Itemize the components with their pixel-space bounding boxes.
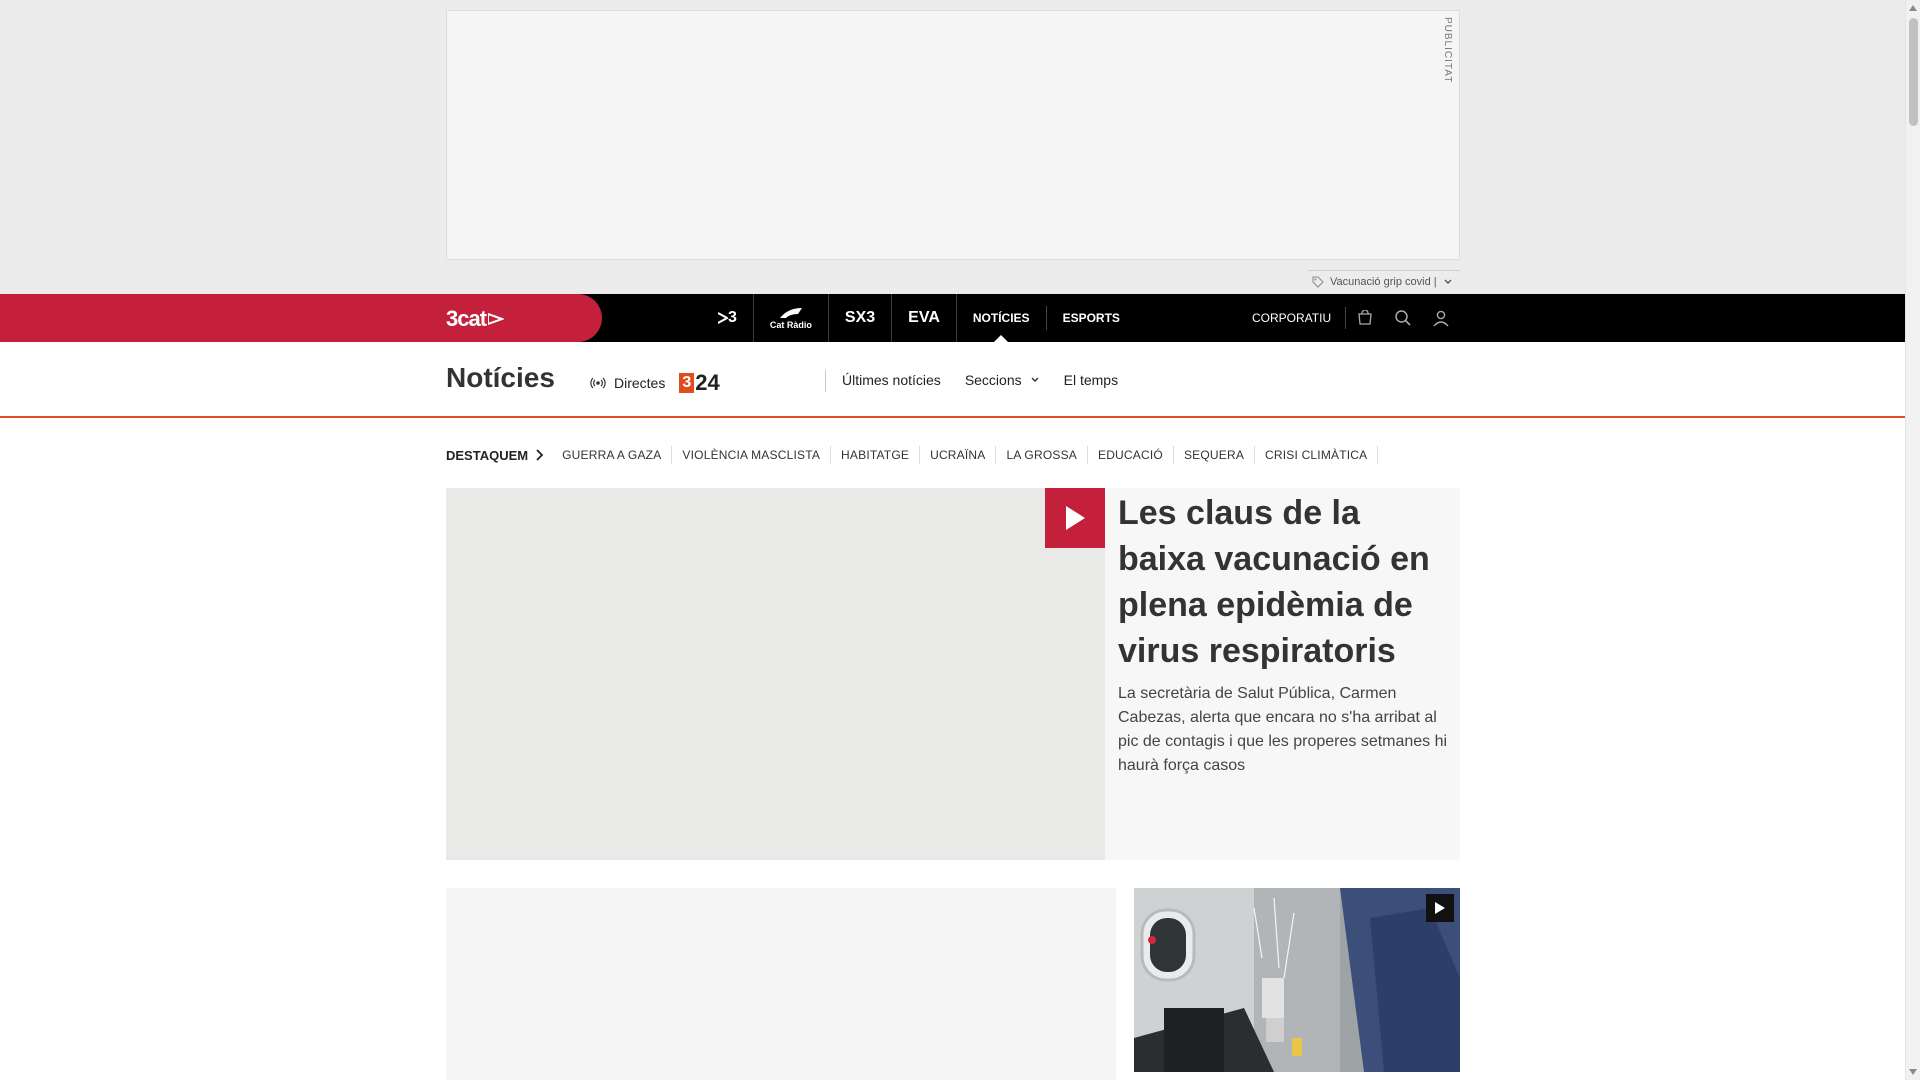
logo-324-digit: 3 <box>679 373 695 393</box>
brand-block: 3cat <box>0 294 602 342</box>
highlight-item[interactable]: SEQUERA <box>1174 446 1256 464</box>
lead-headline[interactable]: Les claus de la baixa vacunació en plena… <box>1118 490 1448 674</box>
play-button[interactable] <box>1426 894 1454 922</box>
tag-icon <box>1312 276 1324 288</box>
highlight-item[interactable]: UCRAÏNA <box>920 446 997 464</box>
play-icon <box>1435 902 1445 914</box>
chevron-down-icon <box>1444 279 1452 284</box>
section-title[interactable]: Notícies <box>446 362 555 394</box>
channel-arrow-icon <box>718 312 728 324</box>
lead-summary: La secretària de Salut Pública, Carmen C… <box>1118 685 1448 774</box>
nav-link-noticies[interactable]: NOTÍCIES <box>957 294 1046 342</box>
topic-tag-dropdown[interactable]: Vacunació grip covid | <box>1308 270 1460 292</box>
chevron-down-icon <box>1031 377 1039 382</box>
channel-list: 3 Cat Ràdio SX3 EVA NOTÍCIES ESPORTS <box>702 294 1136 342</box>
section-header: Notícies Directes 3 24 Últimes notícies … <box>0 342 1905 418</box>
channel-324-logo[interactable]: 3 24 <box>679 370 720 396</box>
channel-eva-logo[interactable]: EVA <box>892 294 957 342</box>
section-link-ultimes[interactable]: Últimes notícies <box>842 372 941 388</box>
lead-story[interactable]: Les claus de la baixa vacunació en plena… <box>446 488 1460 860</box>
nav-link-esports[interactable]: ESPORTS <box>1047 294 1136 342</box>
lead-video-placeholder[interactable] <box>446 488 1105 860</box>
user-icon[interactable] <box>1422 294 1460 342</box>
ad-banner[interactable]: PUBLICITAT <box>446 10 1460 260</box>
highlight-item[interactable]: LA GROSSA <box>996 446 1088 464</box>
cart-icon[interactable] <box>1346 294 1384 342</box>
right-nav: CORPORATIU <box>1252 294 1460 342</box>
highlights-title[interactable]: DESTAQUEM <box>446 448 544 463</box>
page-scrollbar[interactable] <box>1905 0 1920 1080</box>
highlight-item[interactable]: CRISI CLIMÀTICA <box>1255 446 1379 464</box>
highlights-bar: DESTAQUEM GUERRA A GAZA VIOLÈNCIA MASCLI… <box>446 443 1379 467</box>
page: PUBLICITAT Vacunació grip covid | 3cat 3… <box>0 0 1920 1080</box>
channel-sx3-logo[interactable]: SX3 <box>829 294 893 342</box>
search-icon[interactable] <box>1384 294 1422 342</box>
section-links: Últimes notícies Seccions El temps <box>842 342 1118 418</box>
top-nav: 3cat 3 Cat Ràdio SX3 EVA NOTÍCIES ESPORT… <box>0 294 1905 342</box>
story-thumbnail-image <box>1134 888 1460 1072</box>
chevron-right-icon <box>536 449 544 461</box>
ad-label: PUBLICITAT <box>1442 17 1453 84</box>
directes-label: Directes <box>614 375 666 391</box>
scroll-down-arrow-icon[interactable] <box>1909 1069 1917 1075</box>
section-link-el-temps[interactable]: El temps <box>1064 372 1118 388</box>
scroll-thumb[interactable] <box>1909 18 1918 126</box>
channel-tv3-logo[interactable]: 3 <box>702 294 754 342</box>
scroll-up-arrow-icon[interactable] <box>1909 5 1917 11</box>
live-broadcast-icon <box>590 377 606 389</box>
brand-name: 3cat <box>446 306 487 331</box>
directes-link[interactable]: Directes 3 24 <box>590 370 720 396</box>
ad-zone: PUBLICITAT Vacunació grip covid | <box>0 0 1905 294</box>
lead-text: Les claus de la baixa vacunació en plena… <box>1118 488 1448 778</box>
story-card-placeholder[interactable] <box>446 888 1116 1080</box>
highlight-item[interactable]: HABITATGE <box>831 446 921 464</box>
topic-tag-label: Vacunació grip covid | <box>1330 275 1437 288</box>
logo-324-text: 24 <box>695 370 720 395</box>
play-button[interactable] <box>1045 488 1105 548</box>
highlight-item[interactable]: GUERRA A GAZA <box>552 446 673 464</box>
story-card-video[interactable] <box>1134 888 1460 1072</box>
channel-catradio-logo[interactable]: Cat Ràdio <box>754 294 829 342</box>
highlight-item[interactable]: EDUCACIÓ <box>1088 446 1174 464</box>
catradio-icon <box>779 308 802 318</box>
section-divider <box>825 370 826 392</box>
corporate-link[interactable]: CORPORATIU <box>1252 307 1347 329</box>
highlight-item[interactable]: VIOLÈNCIA MASCLISTA <box>672 446 832 464</box>
section-link-seccions[interactable]: Seccions <box>965 372 1040 388</box>
brand-logo[interactable]: 3cat <box>446 306 505 332</box>
brand-arrow-icon <box>488 312 505 326</box>
play-icon <box>1066 506 1085 530</box>
